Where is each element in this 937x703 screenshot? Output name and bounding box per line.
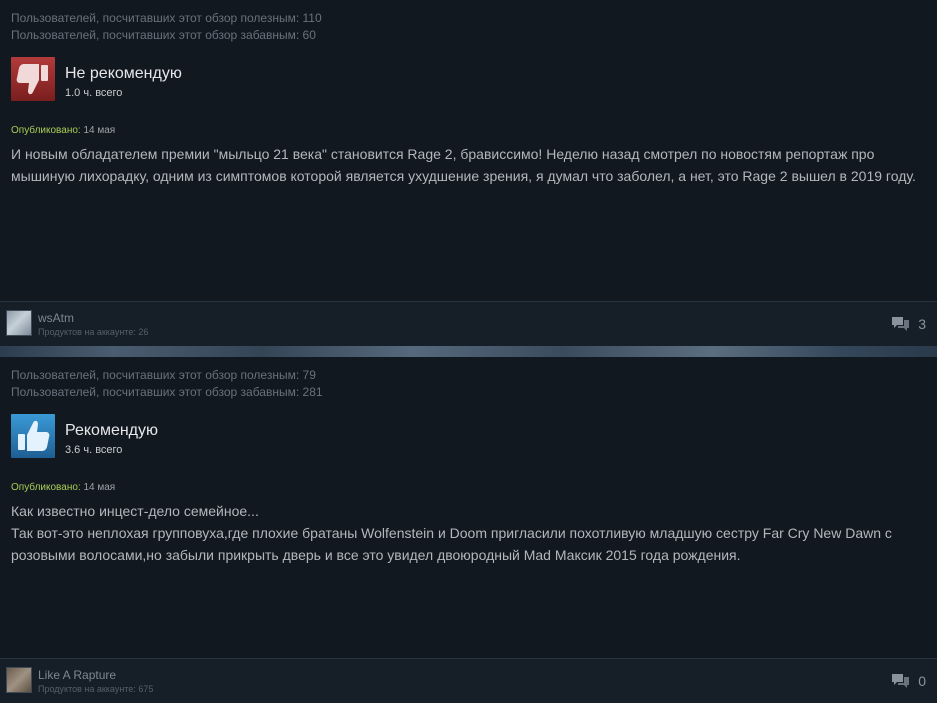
comment-icon	[892, 317, 910, 331]
funny-count: Пользователей, посчитавших этот обзор за…	[11, 28, 316, 42]
helpful-count: Пользователей, посчитавших этот обзор по…	[11, 11, 322, 25]
helpful-count: Пользователей, посчитавших этот обзор по…	[11, 368, 316, 382]
review-body: Как известно инцест-дело семейное... Так…	[11, 500, 916, 566]
posted-date-line: Опубликовано: 14 мая	[11, 125, 115, 136]
review-verdict[interactable]: Не рекомендую	[65, 65, 182, 83]
reviews-page: Пользователей, посчитавших этот обзор по…	[0, 0, 937, 703]
products-count: Продуктов на аккаунте: 675	[38, 684, 154, 694]
thumbs-up-icon[interactable]	[11, 414, 55, 458]
thumbs-down-icon[interactable]	[11, 57, 55, 101]
comments-button[interactable]: 3	[891, 315, 926, 333]
author-name[interactable]: Like A Rapture	[38, 668, 116, 682]
products-count: Продуктов на аккаунте: 26	[38, 327, 149, 337]
comment-icon	[892, 674, 910, 688]
review-footer: Like A Rapture Продуктов на аккаунте: 67…	[0, 658, 937, 703]
review-verdict[interactable]: Рекомендую	[65, 422, 158, 440]
review-card: Пользователей, посчитавших этот обзор по…	[0, 0, 937, 346]
review-card: Пользователей, посчитавших этот обзор по…	[0, 357, 937, 703]
review-text: Так вот-это неплохая групповуха,где плох…	[11, 525, 892, 563]
review-text: Как известно инцест-дело семейное...	[11, 503, 259, 519]
posted-date-line: Опубликовано: 14 мая	[11, 482, 115, 493]
author-name[interactable]: wsAtm	[38, 311, 74, 325]
funny-count: Пользователей, посчитавших этот обзор за…	[11, 385, 323, 399]
playtime: 1.0 ч. всего	[65, 87, 123, 99]
comment-count: 0	[918, 673, 926, 689]
comments-button[interactable]: 0	[891, 672, 926, 690]
review-footer: wsAtm Продуктов на аккаунте: 26 3	[0, 301, 937, 346]
avatar[interactable]	[6, 667, 32, 693]
playtime: 3.6 ч. всего	[65, 444, 123, 456]
avatar[interactable]	[6, 310, 32, 336]
posted-label: Опубликовано:	[11, 482, 81, 493]
comment-count: 3	[918, 316, 926, 332]
review-separator	[0, 346, 937, 357]
posted-date: 14 мая	[83, 482, 116, 493]
posted-label: Опубликовано:	[11, 125, 81, 136]
posted-date: 14 мая	[83, 125, 116, 136]
review-text: И новым обладателем премии "мыльцо 21 ве…	[11, 146, 916, 184]
review-body: И новым обладателем премии "мыльцо 21 ве…	[11, 143, 916, 187]
